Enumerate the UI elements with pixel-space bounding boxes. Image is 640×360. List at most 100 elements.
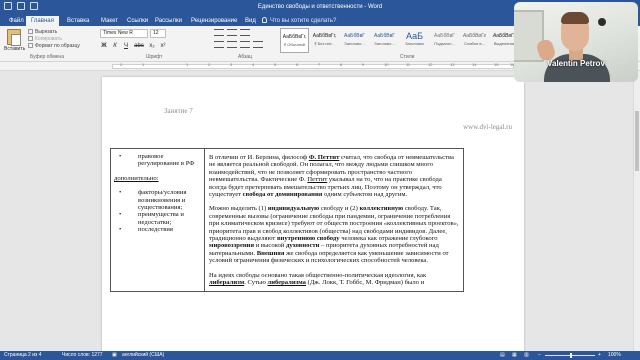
- paragraph-pettit: В отличии от И. Берлина, философ Ф. Петт…: [209, 154, 459, 198]
- read-mode-icon[interactable]: ▤: [500, 352, 505, 359]
- style-heading-2[interactable]: АаБбВвГ Заголово...: [370, 28, 399, 53]
- style-sample: АаБбВвГ: [433, 33, 455, 39]
- tell-me-box[interactable]: Что вы хотите сделать?: [262, 17, 336, 25]
- ruler-number: 6: [296, 62, 299, 67]
- bold-term: индивидуальную: [267, 205, 320, 213]
- zoom-in-icon[interactable]: +: [598, 352, 601, 359]
- text-run: На идеях свободы основано такая обществе…: [209, 271, 427, 279]
- paragraph-group: [214, 29, 278, 51]
- zoom-slider-knob[interactable]: [570, 353, 572, 358]
- tab-home[interactable]: Главная: [26, 16, 59, 26]
- clipboard-group-label: Буфер обмена: [30, 54, 64, 60]
- tab-references[interactable]: Ссылки: [122, 16, 153, 26]
- scrollbar-thumb[interactable]: [635, 111, 639, 171]
- bold-term: коллективную: [359, 205, 404, 213]
- style-sample: АаБ: [405, 31, 423, 41]
- align-right-icon[interactable]: [240, 41, 250, 48]
- bold-term: духовности: [285, 242, 320, 250]
- style-subtitle[interactable]: АаБбВвГ Подзагол...: [430, 28, 459, 53]
- style-name: Заголово...: [374, 41, 395, 46]
- presenter-name: Valentin Petrov: [547, 59, 605, 68]
- list-item: факторы/условия возникновения и существо…: [114, 189, 201, 211]
- name-pettit-2: Петтит: [307, 176, 328, 184]
- style-subtle-emphasis[interactable]: АаБбВвГг Слабое в...: [460, 28, 489, 53]
- left-cell[interactable]: правовое регулирование в РФ дополнительн…: [110, 148, 205, 292]
- bold-term: свобода от доминирования: [242, 191, 323, 199]
- ruler-number: 5: [274, 62, 277, 67]
- text-run: одним субъектом над другим.: [322, 191, 408, 199]
- ruler-number: 2: [120, 62, 123, 67]
- name-pettit: Ф. Петтит: [308, 154, 340, 161]
- style-normal[interactable]: АаБбВвГг, ¶ Обычный: [280, 28, 309, 53]
- bold-term: либерализма: [267, 279, 306, 287]
- ruler-number: 1: [142, 62, 145, 67]
- bullets-icon[interactable]: [214, 29, 224, 36]
- style-name: Слабое в...: [464, 41, 485, 46]
- webcam-overlay: Valentin Petrov: [514, 2, 638, 82]
- presenter-hair: [561, 12, 589, 24]
- vertical-scrollbar[interactable]: [633, 71, 640, 351]
- tab-layout[interactable]: Макет: [96, 16, 123, 26]
- headset-mic-icon: [598, 18, 606, 26]
- zoom-level[interactable]: 100%: [608, 352, 621, 359]
- font-group-label: Шрифт: [146, 54, 163, 60]
- page-counter[interactable]: Страница 2 из 4: [4, 352, 41, 359]
- style-name: Заголовок: [405, 41, 424, 46]
- align-center-icon[interactable]: [227, 41, 237, 48]
- document-page[interactable]: Занятие 7 www.dvi-legal.ru правовое регу…: [102, 77, 524, 351]
- paragraph-group-label: Абзац: [238, 54, 253, 60]
- cut-button[interactable]: Вырезать: [28, 29, 98, 36]
- tab-view[interactable]: Вид: [240, 16, 261, 26]
- style-heading-1[interactable]: АаБбВвГ Заголово...: [340, 28, 369, 53]
- text-run: свободу и (2): [319, 205, 360, 213]
- tell-me-label: Что вы хотите сделать?: [270, 18, 337, 24]
- proofing-icon[interactable]: ▣: [112, 352, 117, 359]
- styles-gallery: АаБбВвГг, ¶ Обычный АаБбВвГг, ¶ Без инт...…: [280, 28, 520, 53]
- paste-label: Вставить: [4, 46, 26, 52]
- style-name: ¶ Без инт...: [314, 41, 335, 46]
- paragraph-freedom-types: Можно выделять (1) индивидуальную свобод…: [209, 205, 459, 264]
- web-layout-icon[interactable]: ▥: [524, 352, 529, 359]
- multilevel-list-icon[interactable]: [240, 29, 250, 36]
- lightbulb-icon: [262, 17, 267, 23]
- styles-group-label: Стили: [400, 54, 415, 60]
- scissors-icon: [28, 29, 33, 34]
- italic-button[interactable]: К: [111, 42, 119, 50]
- align-left-icon[interactable]: [214, 41, 224, 48]
- tab-insert[interactable]: Вставка: [62, 16, 94, 26]
- brush-icon: [28, 43, 33, 48]
- format-painter-label: Формат по образцу: [35, 43, 80, 49]
- clipboard-commands: Вырезать Копировать Формат по образцу: [28, 29, 98, 50]
- strikethrough-button[interactable]: abc: [133, 42, 145, 50]
- copy-icon: [28, 36, 33, 41]
- style-name: ¶ Обычный: [284, 42, 305, 47]
- zoom-out-icon[interactable]: −: [538, 352, 541, 359]
- format-painter-button[interactable]: Формат по образцу: [28, 43, 98, 50]
- word-count[interactable]: Число слов: 1277: [62, 352, 103, 359]
- justify-icon[interactable]: [253, 41, 263, 48]
- bold-button[interactable]: Ж: [100, 42, 108, 50]
- language-indicator[interactable]: английский (США): [122, 352, 164, 359]
- numbering-icon[interactable]: [227, 29, 237, 36]
- text-run: и высокой: [254, 242, 286, 250]
- style-title[interactable]: АаБ Заголовок: [400, 28, 429, 53]
- style-no-spacing[interactable]: АаБбВвГг, ¶ Без инт...: [310, 28, 339, 53]
- list-item: правовое регулирование в РФ: [114, 153, 201, 168]
- right-cell[interactable]: В отличии от И. Берлина, философ Ф. Петт…: [204, 148, 464, 292]
- bold-term: либерализм: [209, 279, 245, 287]
- underline-button[interactable]: Ч: [122, 42, 130, 50]
- paste-button[interactable]: Вставить: [4, 29, 26, 52]
- tab-mailings[interactable]: Рассылки: [150, 16, 187, 26]
- copy-button[interactable]: Копировать: [28, 36, 98, 43]
- ruler-number: 11: [406, 62, 411, 67]
- print-layout-icon[interactable]: ▦: [512, 352, 517, 359]
- font-family-select[interactable]: Times New R: [100, 29, 148, 38]
- table-row: правовое регулирование в РФ дополнительн…: [110, 148, 464, 292]
- superscript-button[interactable]: x²: [159, 42, 167, 50]
- tab-review[interactable]: Рецензирование: [186, 16, 242, 26]
- ruler-number: 4: [252, 62, 255, 67]
- font-size-select[interactable]: 12: [150, 29, 166, 38]
- style-sample: АаБбВвГг: [462, 33, 487, 39]
- subscript-button[interactable]: x₂: [148, 42, 156, 50]
